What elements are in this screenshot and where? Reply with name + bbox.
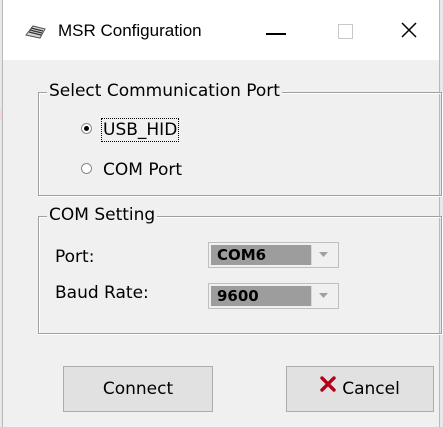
cancel-button[interactable]: Cancel	[286, 366, 434, 412]
baud-rate-select[interactable]: 9600	[208, 283, 339, 309]
cancel-button-label: Cancel	[342, 379, 400, 399]
cancel-x-icon	[320, 365, 336, 409]
title-bar[interactable]: MSR Configuration	[3, 0, 439, 60]
baud-rate-dropdown-button[interactable]	[311, 286, 336, 306]
chevron-down-icon	[319, 293, 328, 298]
close-icon	[401, 22, 417, 38]
radio-button-selected[interactable]	[81, 123, 92, 134]
close-button[interactable]	[389, 16, 429, 46]
com-setting-group: COM Setting Port: COM6 Baud Rate: 9600	[38, 205, 442, 334]
group-legend: Select Communication Port	[47, 81, 282, 101]
minimize-icon	[266, 33, 286, 35]
minimize-button[interactable]	[256, 16, 296, 46]
radio-label[interactable]: COM Port	[103, 160, 182, 180]
maximize-icon	[338, 24, 353, 39]
select-communication-port-group: Select Communication Port USB_HID COM Po…	[38, 81, 442, 196]
connect-button[interactable]: Connect	[63, 366, 213, 412]
connect-button-label: Connect	[102, 379, 174, 399]
port-label: Port:	[55, 247, 95, 267]
msr-configuration-dialog: MSR Configuration Select Communication P…	[2, 0, 442, 427]
port-select[interactable]: COM6	[208, 242, 339, 268]
window-title: MSR Configuration	[58, 21, 202, 40]
port-select-value: COM6	[211, 245, 311, 265]
radio-label[interactable]: USB_HID	[100, 118, 180, 142]
chevron-down-icon	[319, 252, 328, 257]
baud-rate-label: Baud Rate:	[55, 283, 149, 303]
radio-button[interactable]	[81, 163, 92, 174]
baud-rate-select-value: 9600	[211, 286, 311, 306]
card-reader-app-icon	[25, 23, 47, 39]
port-dropdown-button[interactable]	[311, 245, 336, 265]
group-legend: COM Setting	[47, 205, 158, 225]
maximize-button[interactable]	[325, 16, 365, 46]
